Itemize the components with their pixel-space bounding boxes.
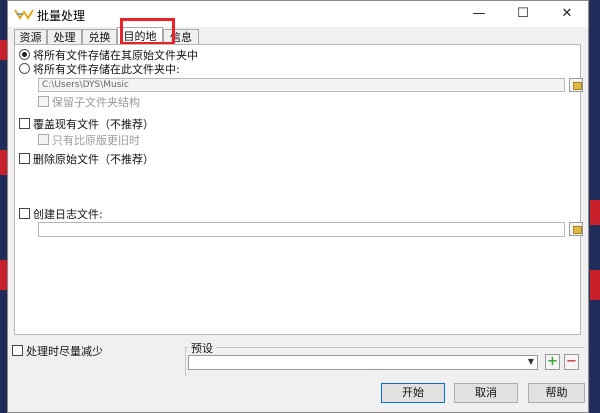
maximize-button[interactable]: ☐: [506, 1, 540, 27]
tab-highlight-box: [120, 18, 175, 45]
destination-panel: 将所有文件存储在其原始文件夹中 将所有文件存储在此文件夹中: C:\Users\…: [14, 44, 583, 335]
close-button[interactable]: ✕: [550, 1, 584, 27]
help-button[interactable]: 帮助: [528, 383, 585, 403]
option-original-row[interactable]: 将所有文件存储在其原始文件夹中: [19, 49, 198, 62]
create-log-row[interactable]: 创建日志文件:: [19, 208, 103, 221]
delete-original-row[interactable]: 删除原始文件（不推荐）: [19, 153, 154, 166]
overwrite-label: 覆盖现有文件（不推荐）: [33, 118, 154, 131]
create-log-label: 创建日志文件:: [33, 208, 103, 221]
titlebar: 批量处理 — ☐ ✕: [8, 1, 588, 27]
only-newer-label: 只有比原版更旧时: [52, 134, 140, 147]
background-app-right: [590, 0, 600, 413]
create-log-checkbox[interactable]: [19, 208, 30, 219]
minimize-while-processing-checkbox[interactable]: [12, 345, 23, 356]
folder-path-input[interactable]: C:\Users\DYS\Music: [38, 78, 565, 92]
minimize-while-processing-label: 处理时尽量减少: [26, 345, 103, 358]
option-original-radio[interactable]: [19, 49, 30, 60]
overwrite-checkbox[interactable]: [19, 118, 30, 129]
preset-label: 预设: [188, 340, 216, 356]
minimize-button[interactable]: —: [462, 1, 496, 27]
cancel-button[interactable]: 取消: [454, 383, 518, 403]
folder-browse-icon[interactable]: [569, 78, 583, 92]
only-newer-row[interactable]: 只有比原版更旧时: [38, 134, 140, 147]
start-button[interactable]: 开始: [381, 383, 445, 403]
chevron-down-icon[interactable]: ▼: [528, 357, 534, 366]
option-folder-radio[interactable]: [19, 63, 30, 74]
remove-preset-button[interactable]: −: [564, 354, 579, 370]
delete-original-checkbox[interactable]: [19, 153, 30, 164]
window-title: 批量处理: [37, 9, 86, 23]
log-browse-icon[interactable]: [569, 222, 583, 236]
delete-original-label: 删除原始文件（不推荐）: [33, 153, 154, 166]
app-logo-icon: [14, 9, 34, 20]
option-original-label: 将所有文件存储在其原始文件夹中: [33, 49, 198, 62]
keep-subfolders-row[interactable]: 保留子文件夹结构: [38, 96, 140, 109]
only-newer-checkbox[interactable]: [38, 134, 49, 145]
preset-select[interactable]: ▼: [188, 355, 538, 370]
add-preset-button[interactable]: +: [545, 354, 560, 370]
tab-processing[interactable]: 处理: [47, 29, 82, 44]
keep-subfolders-checkbox[interactable]: [38, 96, 49, 107]
log-file-input[interactable]: [38, 222, 565, 237]
overwrite-row[interactable]: 覆盖现有文件（不推荐）: [19, 118, 154, 131]
tab-resources[interactable]: 资源: [14, 29, 47, 44]
minimize-while-processing-row[interactable]: 处理时尽量减少: [12, 343, 103, 359]
tab-convert[interactable]: 兑换: [82, 29, 117, 44]
keep-subfolders-label: 保留子文件夹结构: [52, 96, 140, 109]
option-folder-label: 将所有文件存储在此文件夹中:: [33, 63, 180, 76]
batch-process-dialog: 批量处理 — ☐ ✕ 资源 处理 兑换 目的地 信息 将所有文件存储在其原始文件…: [7, 0, 589, 413]
option-folder-row[interactable]: 将所有文件存储在此文件夹中:: [19, 63, 180, 76]
